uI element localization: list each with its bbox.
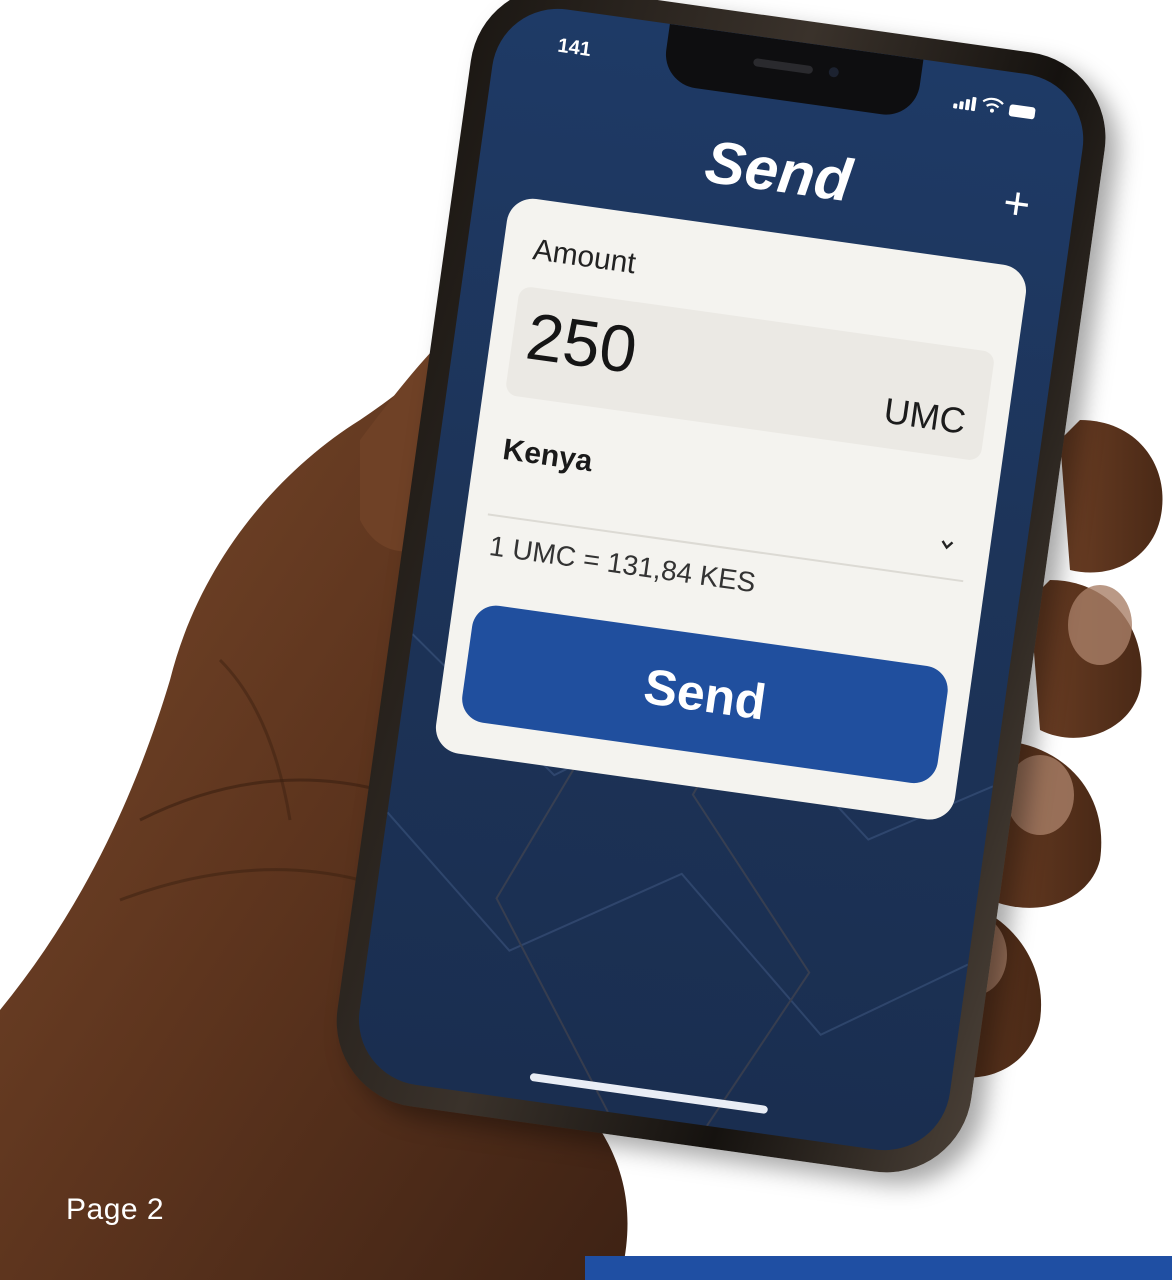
send-form-card: Amount 250 UMC Kenya 1 UMC = 131,84 KES … [432,195,1030,823]
page-number: Page 2 [66,1193,165,1226]
speaker-grille [752,57,814,75]
country-value: Kenya [500,433,595,479]
currency-label: UMC [881,389,969,442]
amount-value: 250 [522,298,642,388]
notch [661,23,924,119]
wifi-icon [982,97,1004,113]
chevron-down-icon [941,540,954,550]
battery-icon [1008,104,1036,120]
footer-bar [585,1256,1172,1280]
signal-icon [952,94,977,112]
status-icons [952,92,1036,120]
status-time: 141 [556,34,593,62]
front-camera [828,66,840,78]
send-button[interactable]: Send [459,602,951,787]
amount-label: Amount [530,233,638,281]
phone-screen: 141 Send + Amount 250 UMC Kenya 1 UMC = … [350,0,1092,1159]
